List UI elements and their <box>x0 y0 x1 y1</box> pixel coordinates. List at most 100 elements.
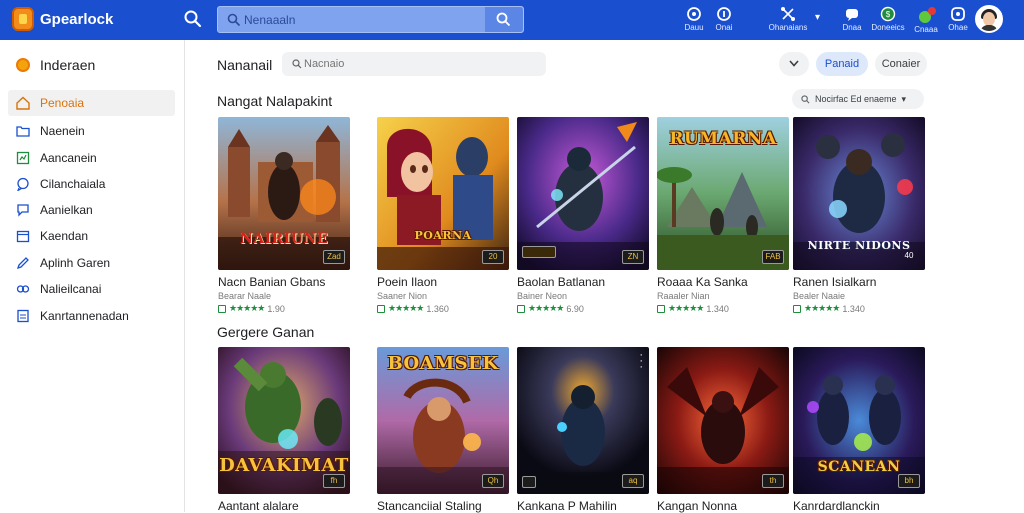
game-thumbnail[interactable]: ZN <box>517 117 649 270</box>
rating-badge: ZN <box>622 250 644 264</box>
nav-help[interactable]: Ohae <box>938 4 978 36</box>
nav-label: Onai <box>715 23 733 32</box>
game-title[interactable]: Kankana P Mahilin <box>517 499 649 513</box>
game-publisher: Saaner Nion <box>377 291 428 301</box>
sort-dropdown[interactable]: Nocirfac Ed enaeme ▾ <box>792 89 924 109</box>
game-title[interactable]: Poein Ilaon <box>377 275 509 289</box>
sidebar-item-label: Nalieilcanai <box>40 282 102 296</box>
game-card[interactable]: NIRTE NIDONS 40 Ranen Isialkarn Bealer N… <box>793 117 925 314</box>
game-rating: ★★★★★ 1.90 <box>218 303 350 314</box>
sidebar-item-link[interactable]: Nalieilcanai <box>8 276 175 302</box>
game-title[interactable]: Ranen Isialkarn <box>793 275 925 289</box>
search-icon <box>496 12 511 27</box>
sort-label: Nocirfac Ed enaeme <box>815 94 897 104</box>
game-title[interactable]: Stancanciial Staling <box>377 499 509 513</box>
filter-search <box>282 52 546 76</box>
game-card[interactable]: ZN Baolan Batlanan Bainer Neon ★★★★★ 6.9… <box>517 117 649 314</box>
nav-network[interactable]: Ohanaians <box>768 4 808 36</box>
chevron-down-icon[interactable]: ▾ <box>815 12 820 23</box>
brand-dot-icon <box>16 58 30 72</box>
game-thumbnail[interactable]: DAVAKIMAT fh <box>218 347 350 494</box>
game-title[interactable]: Baolan Batlanan <box>517 275 649 289</box>
sidebar-item-label: Aancanein <box>40 151 97 165</box>
sidebar-item-chat[interactable]: Cilanchaiala <box>8 171 175 197</box>
nav-chat[interactable]: Dnaa <box>832 4 872 36</box>
dropdown-button[interactable] <box>779 52 809 76</box>
filter-input[interactable] <box>304 56 534 72</box>
search-icon[interactable] <box>184 10 202 28</box>
sidebar-item-document[interactable]: Kanrtannenadan <box>8 303 175 329</box>
rating-badge: bh <box>898 474 920 488</box>
game-thumbnail[interactable]: SCANEAN bh <box>793 347 925 494</box>
star-rating-icon: ★★★★★ <box>388 303 424 313</box>
sidebar-heading[interactable]: Inderaen <box>16 57 95 73</box>
game-title[interactable]: Kanrdardlanckin <box>793 499 925 513</box>
sidebar-item-comment[interactable]: Aanielkan <box>8 197 175 223</box>
game-card[interactable]: th Kangan Nonna <box>657 347 789 513</box>
nav-info[interactable]: Onai <box>704 4 744 36</box>
game-card[interactable]: POARNA 20 Poein Ilaon Saaner Nion ★★★★★ … <box>377 117 509 314</box>
search-button[interactable] <box>485 7 523 32</box>
sidebar-item-folder[interactable]: Naenein <box>8 118 175 144</box>
game-rating: ★★★★★ 1.340 <box>793 303 925 314</box>
sidebar-item-home[interactable]: Penoaia <box>8 90 175 116</box>
game-thumbnail[interactable]: RUMARNA FAB <box>657 117 789 270</box>
cover-title: DAVAKIMAT <box>219 455 349 476</box>
game-thumbnail[interactable]: th <box>657 347 789 494</box>
primary-chip-button[interactable]: Panaid <box>816 52 868 76</box>
game-card[interactable]: · · · aq Kankana P Mahilin <box>517 347 649 513</box>
game-card[interactable]: RUMARNA FAB Roaaa Ka Sanka Raaaler Nian … <box>657 117 789 314</box>
game-thumbnail[interactable]: NAIRIUNE Zad <box>218 117 350 270</box>
game-publisher: Bealer Naaie <box>793 291 846 301</box>
app-logo[interactable] <box>12 7 34 31</box>
section-title-featured: Nangat Nalapakint <box>217 93 333 109</box>
secondary-chip-button[interactable]: Conaier <box>875 52 927 76</box>
sidebar-item-pen[interactable]: Aplinh Garen <box>8 250 175 276</box>
review-count: 1.360 <box>426 303 449 314</box>
game-card[interactable]: DAVAKIMAT fh Aantant alalare <box>218 347 350 513</box>
sidebar-item-label: Kanrtannenadan <box>40 309 129 323</box>
rating-badge: fh <box>323 474 345 488</box>
cover-title: NAIRIUNE <box>239 231 329 247</box>
sidebar-heading-label: Inderaen <box>40 57 96 73</box>
rating-badge: aq <box>622 474 644 488</box>
info-icon <box>717 7 731 21</box>
comment-icon <box>17 204 29 217</box>
sidebar: Inderaen Penoaia Naenein Aancanein Cilan… <box>0 40 185 512</box>
section-title-genre: Gergere Ganan <box>217 324 315 340</box>
sidebar-item-chart[interactable]: Aancanein <box>8 145 175 171</box>
game-title[interactable]: Kangan Nonna <box>657 499 789 513</box>
game-title[interactable]: Roaaa Ka Sanka <box>657 275 789 289</box>
game-thumbnail[interactable]: NIRTE NIDONS 40 <box>793 117 925 270</box>
game-title[interactable]: Nacn Banian Gbans <box>218 275 350 289</box>
logo-badge <box>522 476 536 488</box>
search-input[interactable] <box>244 10 484 30</box>
cover-title: POARNA <box>414 229 472 242</box>
rating-badge: Qh <box>482 474 504 488</box>
cover-title: BOAMSEK <box>387 353 499 374</box>
star-rating-icon: ★★★★★ <box>528 303 564 313</box>
calendar-icon <box>16 230 30 243</box>
game-card[interactable]: SCANEAN bh Kanrdardlanckin <box>793 347 925 513</box>
avatar[interactable] <box>975 5 1003 33</box>
sidebar-item-label: Aanielkan <box>40 203 93 217</box>
link-icon <box>16 285 30 293</box>
platform-icon <box>793 304 801 313</box>
sidebar-item-label: Aplinh Garen <box>40 256 111 270</box>
brand-name[interactable]: Gpearlock <box>40 11 113 28</box>
platform-icon <box>377 304 385 313</box>
nav-gift[interactable]: $ Doneeics <box>868 4 908 36</box>
platform-icon <box>218 304 226 313</box>
game-thumbnail[interactable]: POARNA 20 <box>377 117 509 270</box>
game-thumbnail[interactable]: BOAMSEK Qh <box>377 347 509 494</box>
game-rating: ★★★★★ 6.90 <box>517 303 649 314</box>
folder-icon <box>16 126 30 137</box>
game-cover-art <box>218 117 350 270</box>
game-card[interactable]: NAIRIUNE Zad Nacn Banian Gbans Bearar Na… <box>218 117 350 314</box>
game-thumbnail[interactable]: · · · aq <box>517 347 649 494</box>
sidebar-item-calendar[interactable]: Kaendan <box>8 223 175 249</box>
game-card[interactable]: BOAMSEK Qh Stancanciial Staling <box>377 347 509 513</box>
game-cover-art <box>517 347 649 494</box>
game-title[interactable]: Aantant alalare <box>218 499 350 513</box>
more-options-icon[interactable]: · · · <box>639 350 643 373</box>
